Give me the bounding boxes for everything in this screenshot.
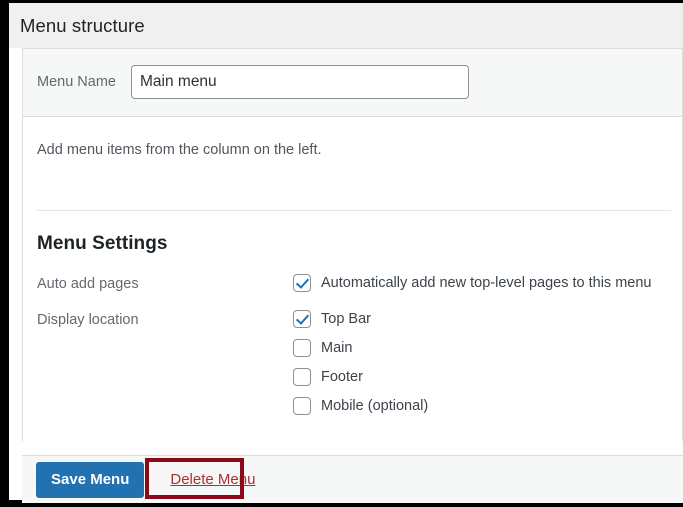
menu-structure-metabox: Menu structure Menu Name Add menu items … xyxy=(9,3,683,503)
checkbox-row-main[interactable]: Main xyxy=(293,339,682,357)
checkbox-row-top-bar[interactable]: Top Bar xyxy=(293,310,682,328)
checkbox-row-footer[interactable]: Footer xyxy=(293,368,682,386)
setting-fields-auto-add-pages: Automatically add new top-level pages to… xyxy=(293,274,682,292)
menu-settings-heading: Menu Settings xyxy=(37,233,168,254)
menu-name-label: Menu Name xyxy=(37,74,116,90)
checkbox-label-mobile: Mobile (optional) xyxy=(321,398,429,414)
checkbox-label-auto-add-pages: Automatically add new top-level pages to… xyxy=(321,275,652,291)
empty-menu-note: Add menu items from the column on the le… xyxy=(37,142,322,158)
menu-name-row: Menu Name xyxy=(23,49,682,116)
checkbox-auto-add-pages[interactable] xyxy=(293,274,311,292)
save-menu-button[interactable]: Save Menu xyxy=(36,461,145,498)
metabox-body: Add menu items from the column on the le… xyxy=(23,116,682,441)
setting-fields-display-location: Top Bar Main Footer Mobile (optional) xyxy=(293,310,682,415)
menu-name-input[interactable] xyxy=(131,65,469,99)
body-bottom-spacer xyxy=(23,415,682,441)
setting-label-auto-add-pages: Auto add pages xyxy=(37,276,139,292)
checkbox-label-footer: Footer xyxy=(321,369,363,385)
checkbox-mobile[interactable] xyxy=(293,397,311,415)
setting-row-auto-add-pages: Auto add pages Automatically add new top… xyxy=(23,274,682,292)
checkbox-main[interactable] xyxy=(293,339,311,357)
setting-row-display-location: Display location Top Bar Main Footer Mob… xyxy=(23,310,682,415)
metabox-header: Menu structure xyxy=(9,3,683,48)
page-title: Menu structure xyxy=(20,14,145,36)
checkbox-row-mobile[interactable]: Mobile (optional) xyxy=(293,397,682,415)
checkbox-top-bar[interactable] xyxy=(293,310,311,328)
checkbox-row-auto-add-pages[interactable]: Automatically add new top-level pages to… xyxy=(293,274,682,292)
page-edge-left xyxy=(0,0,9,507)
delete-menu-link[interactable]: Delete Menu xyxy=(170,471,255,488)
setting-label-display-location: Display location xyxy=(37,312,139,328)
metabox-inner-panel: Menu Name Add menu items from the column… xyxy=(22,48,683,441)
checkbox-footer[interactable] xyxy=(293,368,311,386)
screenshot-root: Menu structure Menu Name Add menu items … xyxy=(0,0,683,507)
checkbox-label-top-bar: Top Bar xyxy=(321,311,371,327)
metabox-footer: Save Menu Delete Menu xyxy=(22,455,683,503)
checkbox-label-main: Main xyxy=(321,340,353,356)
